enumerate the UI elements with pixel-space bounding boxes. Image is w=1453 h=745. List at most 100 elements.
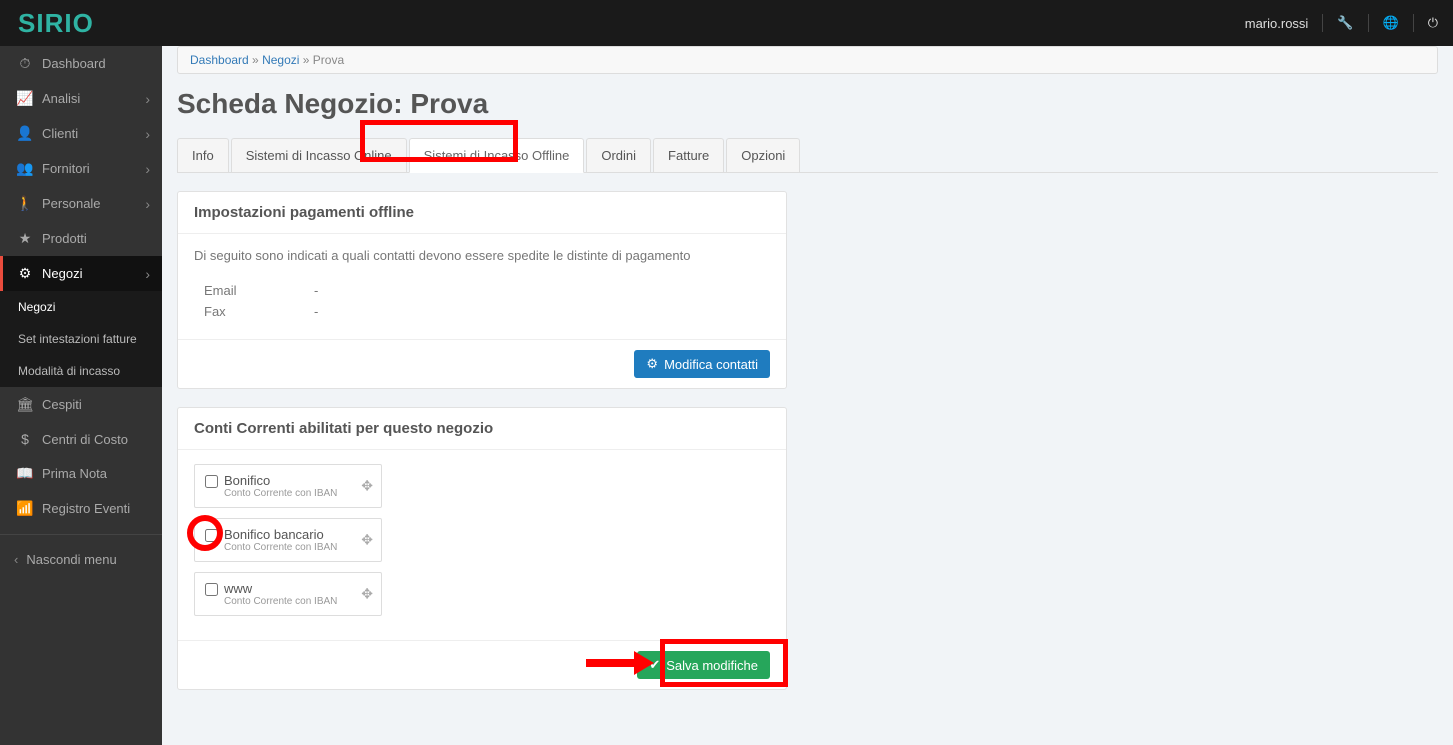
sidebar-item-label: Cespiti [42,397,82,412]
chart-icon [14,90,36,107]
tab-label: Fatture [668,148,709,163]
star-icon [14,230,36,247]
account-bonifico-bancario[interactable]: Bonifico bancario Conto Corrente con IBA… [194,518,382,562]
tabs: Info Sistemi di Incasso Online Sistemi d… [177,138,1438,173]
dollar-icon [14,431,36,447]
logo[interactable]: SIRIO [0,0,162,46]
sidebar-item-cespiti[interactable]: Cespiti [0,387,162,422]
account-title: www [224,581,337,596]
sidebar-sub-negozi[interactable]: Negozi [0,291,162,323]
tab-ordini[interactable]: Ordini [586,138,651,172]
sidebar-sub-intestazioni[interactable]: Set intestazioni fatture [0,323,162,355]
fax-value: - [314,304,770,319]
main-content: Dashboard » Negozi » Prova Scheda Negozi… [162,46,1453,745]
sidebar-item-registro[interactable]: Registro Eventi [0,491,162,526]
button-label: Modifica contatti [664,357,758,372]
topbar-divider [1413,14,1414,32]
power-icon[interactable] [1428,15,1438,31]
panel-title: Impostazioni pagamenti offline [178,192,786,234]
account-subtitle: Conto Corrente con IBAN [224,488,337,499]
account-checkbox[interactable] [205,583,218,596]
sidebar-item-label: Prima Nota [42,466,107,481]
sidebar-item-label: Analisi [42,91,80,106]
move-icon[interactable]: ✥ [361,478,373,495]
sidebar-item-prodotti[interactable]: Prodotti [0,221,162,256]
breadcrumb: Dashboard » Negozi » Prova [177,46,1438,74]
tab-opzioni[interactable]: Opzioni [726,138,800,172]
sidebar-item-label: Centri di Costo [42,432,128,447]
sidebar-sub-label: Negozi [18,300,55,314]
move-icon[interactable]: ✥ [361,532,373,549]
account-bonifico[interactable]: Bonifico Conto Corrente con IBAN ✥ [194,464,382,508]
modifica-contatti-button[interactable]: Modifica contatti [634,350,770,378]
rss-icon [14,500,36,517]
gear-icon [14,265,36,282]
sidebar-item-dashboard[interactable]: Dashboard [0,46,162,81]
sidebar-sub-label: Modalità di incasso [18,364,120,378]
sidebar-sub-label: Set intestazioni fatture [18,332,137,346]
topbar-right: mario.rossi [1245,14,1438,32]
panel-offline-settings: Impostazioni pagamenti offline Di seguit… [177,191,787,389]
sidebar-hide-menu[interactable]: Nascondi menu [0,543,162,576]
sidebar-item-personale[interactable]: Personale [0,186,162,221]
sidebar-item-label: Negozi [42,266,82,281]
fax-label: Fax [194,304,314,319]
sidebar-separator [0,534,162,535]
wrench-icon[interactable] [1337,15,1353,31]
panel-intro: Di seguito sono indicati a quali contatt… [194,248,770,263]
person-icon [14,195,36,212]
sidebar-item-label: Fornitori [42,161,90,176]
tab-incasso-online[interactable]: Sistemi di Incasso Online [231,138,407,172]
topbar: SIRIO mario.rossi [0,0,1453,46]
sidebar-item-label: Dashboard [42,56,106,71]
email-value: - [314,283,770,298]
user-icon [14,125,36,142]
sidebar-submenu: Negozi Set intestazioni fatture Modalità… [0,291,162,387]
account-www[interactable]: www Conto Corrente con IBAN ✥ [194,572,382,616]
tab-label: Ordini [601,148,636,163]
book-icon [14,465,36,482]
topbar-username[interactable]: mario.rossi [1245,16,1309,31]
account-checkbox[interactable] [205,529,218,542]
sidebar-item-label: Personale [42,196,101,211]
tab-label: Info [192,148,214,163]
tab-label: Sistemi di Incasso Online [246,148,392,163]
logo-text: SIRIO [18,8,94,39]
sidebar-hide-label: Nascondi menu [26,552,116,567]
users-icon [14,160,36,177]
account-title: Bonifico bancario [224,527,337,542]
account-checkbox[interactable] [205,475,218,488]
sidebar-item-cdc[interactable]: Centri di Costo [0,422,162,456]
dashboard-icon [14,55,36,72]
sidebar-item-negozi[interactable]: Negozi [0,256,162,291]
tab-label: Sistemi di Incasso Offline [424,148,570,163]
breadcrumb-dashboard[interactable]: Dashboard [190,53,249,67]
tab-info[interactable]: Info [177,138,229,172]
gear-icon [646,356,658,372]
topbar-divider [1322,14,1323,32]
sidebar-item-fornitori[interactable]: Fornitori [0,151,162,186]
salva-modifiche-button[interactable]: Salva modifiche [637,651,770,679]
breadcrumb-negozi[interactable]: Negozi [262,53,299,67]
sidebar: Dashboard Analisi Clienti Fornitori Pers… [0,46,162,745]
button-label: Salva modifiche [666,658,758,673]
globe-icon[interactable] [1383,15,1399,31]
topbar-divider [1368,14,1369,32]
tab-fatture[interactable]: Fatture [653,138,724,172]
move-icon[interactable]: ✥ [361,586,373,603]
check-icon [649,657,660,673]
account-title: Bonifico [224,473,337,488]
sidebar-item-clienti[interactable]: Clienti [0,116,162,151]
sidebar-item-primanota[interactable]: Prima Nota [0,456,162,491]
sidebar-item-label: Clienti [42,126,78,141]
sidebar-item-label: Prodotti [42,231,87,246]
panel-conti-correnti: Conti Correnti abilitati per questo nego… [177,407,787,690]
panel-title: Conti Correnti abilitati per questo nego… [178,408,786,450]
tab-incasso-offline[interactable]: Sistemi di Incasso Offline [409,138,585,173]
page-title: Scheda Negozio: Prova [177,88,1438,120]
bank-icon [14,396,36,413]
sidebar-item-analisi[interactable]: Analisi [0,81,162,116]
sidebar-sub-incasso[interactable]: Modalità di incasso [0,355,162,387]
account-subtitle: Conto Corrente con IBAN [224,596,337,607]
account-subtitle: Conto Corrente con IBAN [224,542,337,553]
